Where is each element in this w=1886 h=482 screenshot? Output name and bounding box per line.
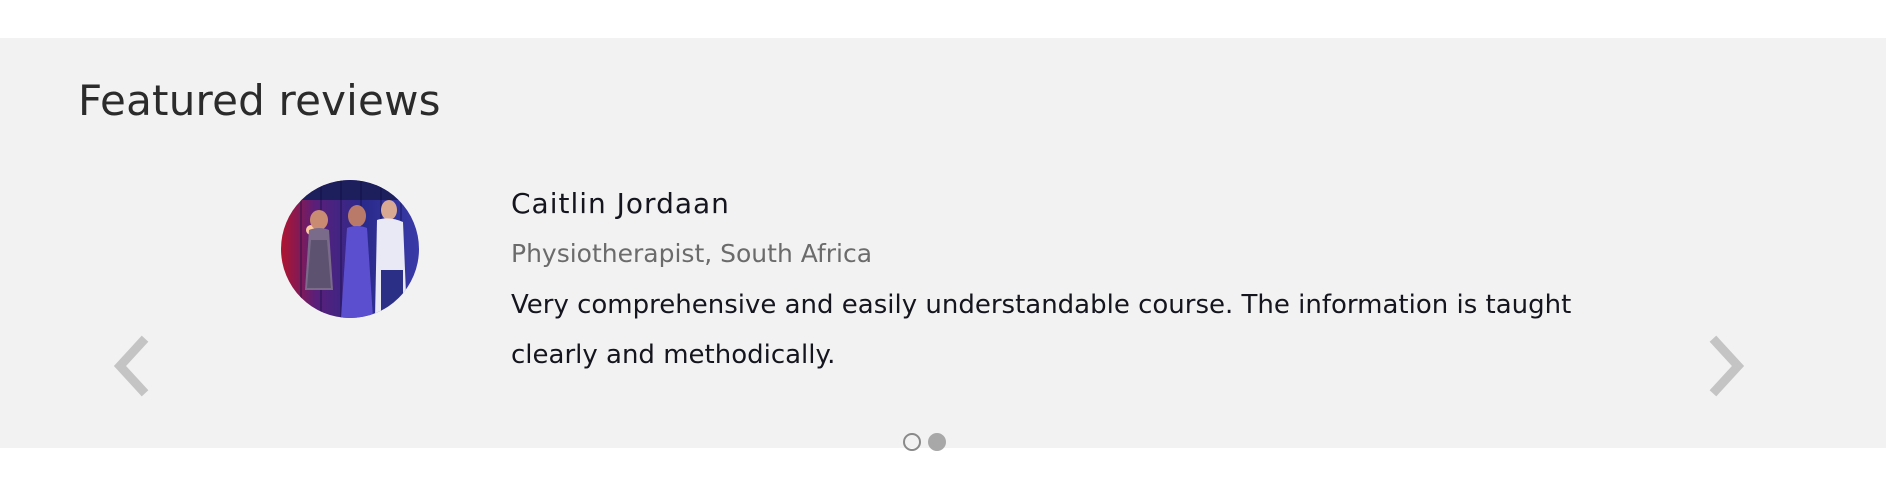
- reviewer-avatar: [281, 180, 419, 318]
- reviewer-name: Caitlin Jordaan: [511, 187, 730, 220]
- carousel-dot-1[interactable]: [903, 433, 921, 451]
- carousel-prev-button[interactable]: [108, 334, 152, 398]
- chevron-right-icon: [1709, 335, 1745, 397]
- reviewer-role: Physiotherapist, South Africa: [511, 239, 873, 268]
- carousel-pagination: [903, 433, 946, 451]
- carousel-next-button[interactable]: [1706, 334, 1750, 398]
- featured-reviews-section: Featured reviews Caitlin Jordaan Physiot…: [0, 38, 1886, 451]
- carousel-dot-2[interactable]: [928, 433, 946, 451]
- chevron-left-icon: [113, 335, 149, 397]
- review-text: Very comprehensive and easily understand…: [511, 290, 1572, 370]
- section-title: Featured reviews: [78, 76, 441, 125]
